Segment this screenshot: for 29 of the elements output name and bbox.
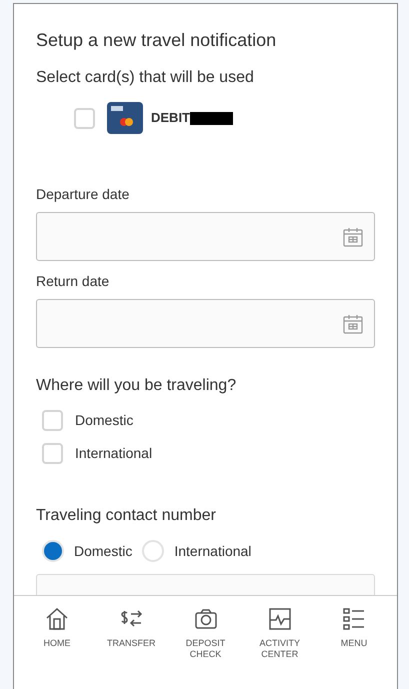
field-label: Departure date — [36, 185, 130, 204]
nav-tab[interactable]: HOME — [22, 606, 92, 649]
radio-button[interactable] — [142, 540, 164, 562]
date-field[interactable] — [36, 299, 375, 348]
checkbox-label: Domestic — [75, 411, 134, 430]
home-icon — [44, 606, 70, 632]
checkbox-label: International — [75, 444, 152, 463]
calendar-icon[interactable] — [342, 226, 364, 248]
activity-icon — [266, 606, 293, 632]
nav-tab[interactable]: DEPOSIT CHECK — [170, 606, 240, 660]
menu-icon — [341, 606, 367, 632]
radio-button[interactable] — [42, 540, 64, 562]
nav-tab[interactable]: MENU — [319, 606, 389, 649]
radio-label: International — [174, 542, 252, 560]
page-title: Setup a new travel notification — [36, 29, 278, 52]
checkbox[interactable] — [74, 108, 95, 128]
nav-tab[interactable]: ACTIVITY CENTER — [244, 606, 315, 660]
question-label: Traveling contact number — [36, 506, 217, 526]
calendar-icon[interactable] — [342, 312, 364, 334]
section-label: Select card(s) that will be used — [36, 68, 255, 88]
checkbox[interactable] — [42, 443, 63, 464]
date-field[interactable] — [36, 212, 375, 261]
card-image — [107, 102, 143, 134]
checkbox[interactable] — [42, 410, 63, 431]
question-label: Where will you be traveling? — [36, 376, 238, 396]
field-label: Return date — [36, 272, 110, 291]
card-name: DEBIT — [151, 109, 190, 128]
nav-tab[interactable]: TRANSFER — [96, 606, 166, 649]
radio-label: Domestic — [74, 542, 132, 560]
